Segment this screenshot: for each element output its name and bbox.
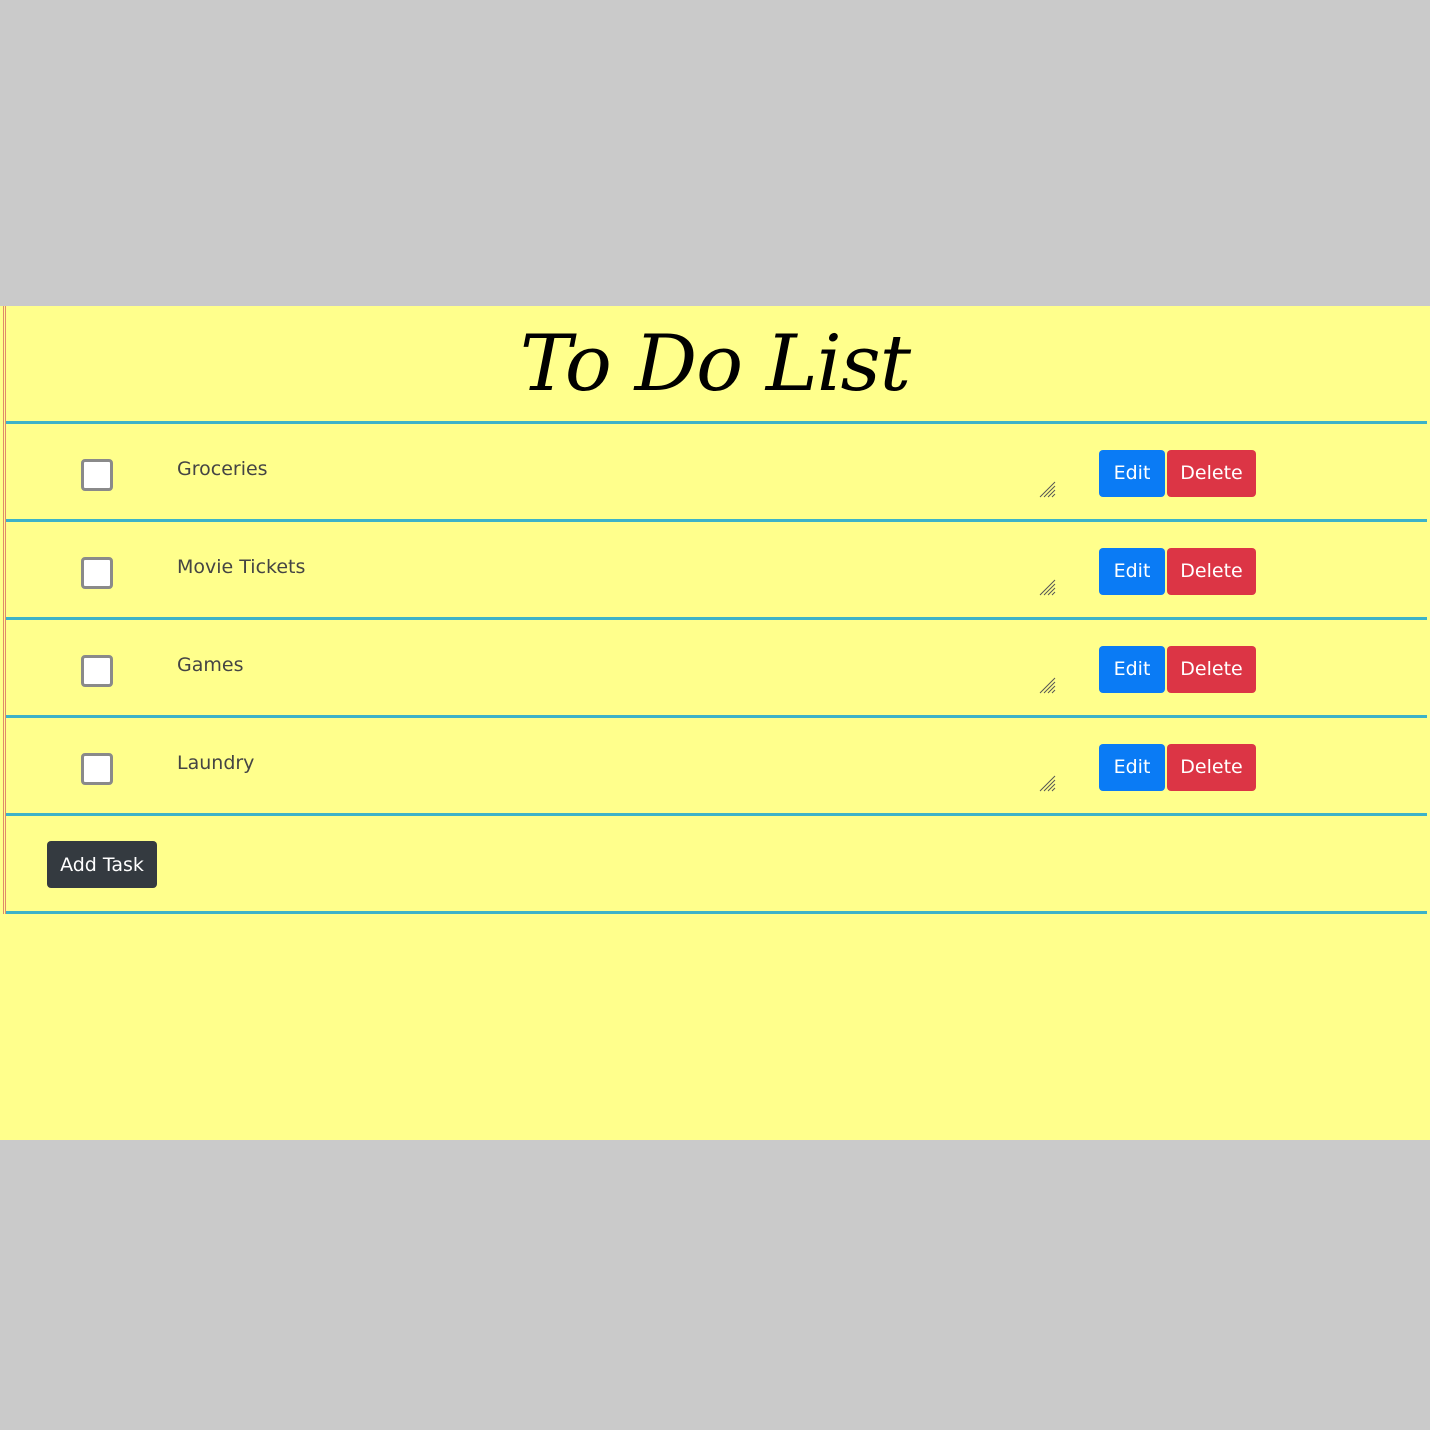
delete-button[interactable]: Delete	[1167, 548, 1256, 595]
task-row: Laundry Edit Delete	[6, 718, 1427, 813]
page-title: To Do List	[519, 319, 911, 409]
edit-button[interactable]: Edit	[1099, 646, 1165, 693]
add-task-button[interactable]: Add Task	[47, 841, 157, 888]
resize-handle-icon[interactable]	[1038, 676, 1056, 694]
rule-line	[6, 911, 1427, 914]
todo-paper: To Do List Groceries Edit Delete Movie T…	[0, 306, 1430, 1140]
task-checkbox[interactable]	[81, 655, 113, 687]
edit-button[interactable]: Edit	[1099, 744, 1165, 791]
task-text[interactable]: Laundry	[177, 752, 254, 774]
delete-button[interactable]: Delete	[1167, 646, 1256, 693]
resize-handle-icon[interactable]	[1038, 774, 1056, 792]
edit-button[interactable]: Edit	[1099, 450, 1165, 497]
task-checkbox[interactable]	[81, 557, 113, 589]
task-text[interactable]: Movie Tickets	[177, 556, 305, 578]
task-row: Games Edit Delete	[6, 620, 1427, 715]
resize-handle-icon[interactable]	[1038, 578, 1056, 596]
delete-button[interactable]: Delete	[1167, 744, 1256, 791]
task-checkbox[interactable]	[81, 459, 113, 491]
task-row: Groceries Edit Delete	[6, 424, 1427, 519]
delete-button[interactable]: Delete	[1167, 450, 1256, 497]
edit-button[interactable]: Edit	[1099, 548, 1165, 595]
task-text[interactable]: Groceries	[177, 458, 268, 480]
resize-handle-icon[interactable]	[1038, 480, 1056, 498]
task-row: Movie Tickets Edit Delete	[6, 522, 1427, 617]
task-text[interactable]: Games	[177, 654, 243, 676]
task-checkbox[interactable]	[81, 753, 113, 785]
rule-line	[6, 813, 1427, 816]
